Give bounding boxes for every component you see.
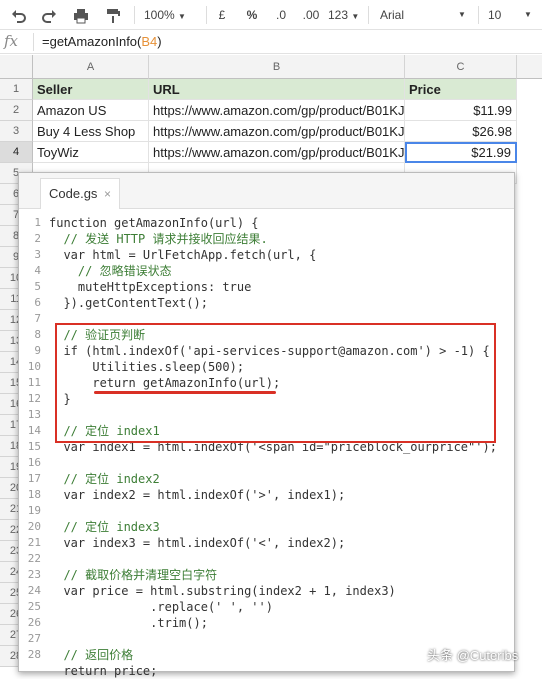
code-line: // 发送 HTTP 请求并接收回应结果. xyxy=(49,232,268,246)
code-line: // 忽略错误状态 xyxy=(49,264,172,278)
table-cell-price[interactable]: $11.99 xyxy=(405,100,517,121)
line-number: 19 xyxy=(27,504,41,517)
code-line: var price = html.substring(index2 + 1, i… xyxy=(49,584,396,598)
code-line: .replace(' ', '') xyxy=(49,600,273,614)
script-editor: Code.gs × 1 2 3 4 5 6 7 8 9 10 11 12 13 14 15 16 17 18 19 2… xyxy=(18,172,515,678)
formula-divider xyxy=(33,33,34,51)
percent-button[interactable]: % xyxy=(242,0,262,30)
watermark: 头条 @Cuteribs xyxy=(427,648,519,663)
more-formats-button[interactable]: 123 ▼ xyxy=(328,0,360,30)
print-icon[interactable] xyxy=(70,0,92,30)
code-line: var index2 = html.indexOf('>', index1); xyxy=(49,488,346,502)
code-line: }).getContentText(); xyxy=(49,296,208,310)
active-cell-price[interactable]: $21.99 xyxy=(405,142,517,163)
formula-input[interactable]: =getAmazonInfo(B4) xyxy=(42,34,162,49)
table-cell-url[interactable]: https://www.amazon.com/gp/product/B01KJ xyxy=(149,121,405,142)
highlight-box xyxy=(55,323,496,443)
row-header[interactable]: 4 xyxy=(0,142,33,163)
table-cell-seller[interactable]: ToyWiz xyxy=(33,142,149,163)
column-header-a[interactable]: A xyxy=(33,55,149,79)
line-number: 1 xyxy=(34,216,41,229)
table-cell-seller[interactable]: Amazon US xyxy=(33,100,149,121)
undo-icon[interactable] xyxy=(8,0,30,30)
line-number: 11 xyxy=(27,376,41,389)
line-number: 16 xyxy=(27,456,41,469)
line-number: 5 xyxy=(34,280,41,293)
increase-decimal-button[interactable]: .00 xyxy=(298,0,324,30)
line-number: 4 xyxy=(34,264,41,277)
toolbar-divider xyxy=(478,6,479,24)
line-number: 2 xyxy=(34,232,41,245)
editor-tab-bar: Code.gs × xyxy=(19,173,514,209)
toolbar: 100% ▼ £ % .0 .00 123 ▼ Arial ▼ 10 ▼ xyxy=(0,0,542,30)
line-number: 3 xyxy=(34,248,41,261)
chevron-down-icon: ▼ xyxy=(351,12,360,21)
code-line: return price; xyxy=(49,664,158,678)
line-number: 6 xyxy=(34,296,41,309)
line-number: 10 xyxy=(27,360,41,373)
column-header-next[interactable] xyxy=(517,55,542,79)
column-header-b[interactable]: B xyxy=(149,55,405,79)
row-header[interactable]: 3 xyxy=(0,121,33,142)
toolbar-divider xyxy=(368,6,369,24)
code-line: // 返回价格 xyxy=(49,648,134,662)
tab-code-gs[interactable]: Code.gs × xyxy=(40,178,120,209)
line-number: 24 xyxy=(27,584,41,597)
chevron-down-icon: ▼ xyxy=(524,10,532,19)
line-number: 12 xyxy=(27,392,41,405)
tab-label: Code.gs xyxy=(49,186,98,201)
decrease-decimal-button[interactable]: .0 xyxy=(270,0,292,30)
line-number: 17 xyxy=(27,472,41,485)
line-number: 23 xyxy=(27,568,41,581)
code-line: muteHttpExceptions: true xyxy=(49,280,252,294)
row-header[interactable]: 1 xyxy=(0,79,33,100)
column-header-c[interactable]: C xyxy=(405,55,517,79)
select-all-corner[interactable] xyxy=(0,55,33,79)
chevron-down-icon: ▼ xyxy=(178,12,186,21)
line-number: 14 xyxy=(27,424,41,437)
line-number: 8 xyxy=(34,328,41,341)
code-line: function getAmazonInfo(url) { xyxy=(49,216,259,230)
row-header[interactable]: 2 xyxy=(0,100,33,121)
line-number: 28 xyxy=(27,648,41,661)
header-cell-seller[interactable]: Seller xyxy=(33,79,149,100)
line-number-gutter: 1 2 3 4 5 6 7 8 9 10 11 12 13 14 15 16 17 18 19 20 21 22 23 24 2… xyxy=(19,209,41,673)
currency-button[interactable]: £ xyxy=(212,0,232,30)
toolbar-divider xyxy=(134,6,135,24)
line-number: 9 xyxy=(34,344,41,357)
table-cell-price[interactable]: $26.98 xyxy=(405,121,517,142)
line-number: 7 xyxy=(34,312,41,325)
header-cell-price[interactable]: Price xyxy=(405,79,517,100)
code-line: // 定位 index3 xyxy=(49,520,160,534)
paint-format-icon[interactable] xyxy=(102,0,124,30)
line-number: 27 xyxy=(27,632,41,645)
chevron-down-icon: ▼ xyxy=(458,10,466,19)
highlight-underline xyxy=(94,391,276,394)
code-line: var index3 = html.indexOf('<', index2); xyxy=(49,536,346,550)
zoom-select[interactable]: 100% ▼ xyxy=(144,0,200,30)
table-cell-url[interactable]: https://www.amazon.com/gp/product/B01KJ xyxy=(149,100,405,121)
line-number: 18 xyxy=(27,488,41,501)
line-number: 26 xyxy=(27,616,41,629)
line-number: 22 xyxy=(27,552,41,565)
redo-icon[interactable] xyxy=(38,0,60,30)
line-number: 25 xyxy=(27,600,41,613)
formula-bar: fx =getAmazonInfo(B4) xyxy=(0,30,542,54)
close-icon[interactable]: × xyxy=(104,179,111,209)
font-select[interactable]: Arial ▼ xyxy=(380,0,470,30)
fx-icon: fx xyxy=(4,32,19,50)
font-size-select[interactable]: 10 ▼ xyxy=(488,0,532,30)
code-line: .trim(); xyxy=(49,616,208,630)
table-cell-seller[interactable]: Buy 4 Less Shop xyxy=(33,121,149,142)
line-number: 21 xyxy=(27,536,41,549)
line-number: 13 xyxy=(27,408,41,421)
code-line: // 截取价格并清理空白字符 xyxy=(49,568,218,582)
line-number: 20 xyxy=(27,520,41,533)
line-number: 15 xyxy=(27,440,41,453)
toolbar-divider xyxy=(206,6,207,24)
code-line: // 定位 index2 xyxy=(49,472,160,486)
table-cell-url[interactable]: https://www.amazon.com/gp/product/B01KJ xyxy=(149,142,405,163)
code-line: var html = UrlFetchApp.fetch(url, { xyxy=(49,248,317,262)
header-cell-url[interactable]: URL xyxy=(149,79,405,100)
